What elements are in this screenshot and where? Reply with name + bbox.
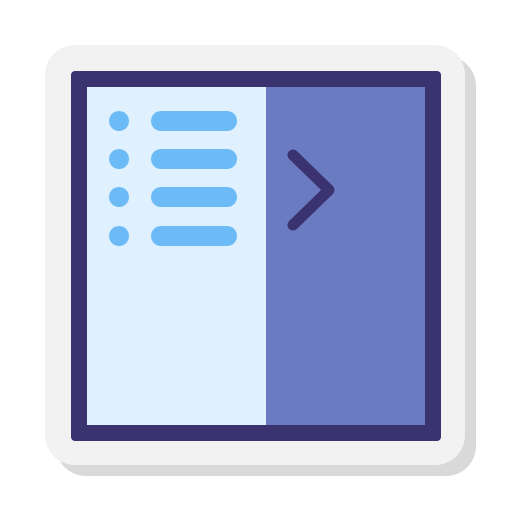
menu-item-line [151, 111, 237, 131]
chevron-stroke [287, 149, 335, 231]
bullet-dot-icon [109, 111, 129, 131]
window-frame [71, 71, 441, 441]
sidebar-panel [87, 87, 266, 425]
menu-item-line [151, 226, 237, 246]
menu-item [109, 187, 239, 207]
bullet-dot-icon [109, 187, 129, 207]
bullet-dot-icon [109, 226, 129, 246]
menu-item [109, 111, 239, 131]
menu-item [109, 226, 239, 246]
content-panel [266, 87, 425, 425]
sidebar-expand-sticker-icon [0, 0, 512, 512]
bullet-dot-icon [109, 149, 129, 169]
menu-item-line [151, 187, 237, 207]
chevron-right-icon [287, 149, 335, 231]
menu-item [109, 149, 239, 169]
menu-item-line [151, 149, 237, 169]
